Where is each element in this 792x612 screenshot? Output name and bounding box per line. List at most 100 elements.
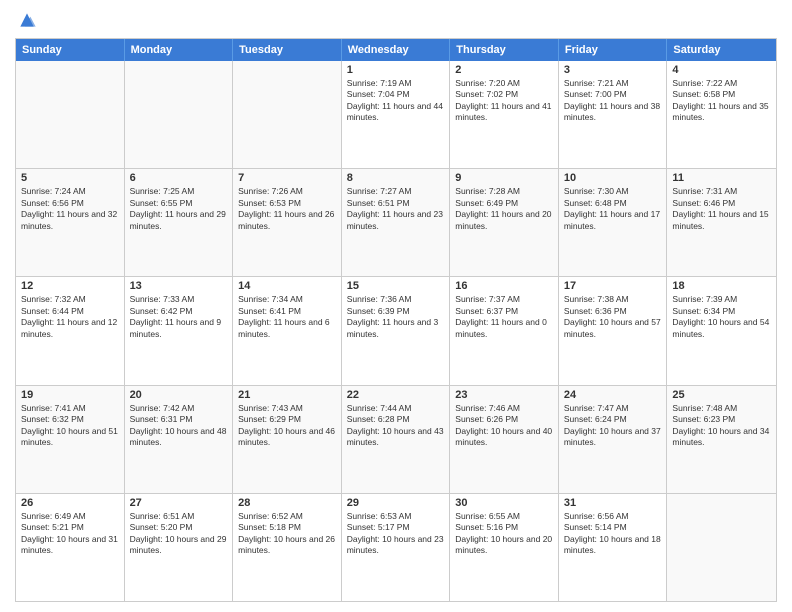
day-of-week-monday: Monday (125, 39, 234, 61)
calendar-cell-day-14: 14 Sunrise: 7:34 AM Sunset: 6:41 PM Dayli… (233, 277, 342, 384)
calendar-cell-day-2: 2 Sunrise: 7:20 AM Sunset: 7:02 PM Daylig… (450, 61, 559, 168)
cell-info-text: Sunrise: 7:42 AM Sunset: 6:31 PM Dayligh… (130, 403, 228, 449)
day-number: 24 (564, 389, 662, 401)
cell-info-text: Sunrise: 7:44 AM Sunset: 6:28 PM Dayligh… (347, 403, 445, 449)
calendar-cell-day-13: 13 Sunrise: 7:33 AM Sunset: 6:42 PM Dayli… (125, 277, 234, 384)
calendar-cell-day-27: 27 Sunrise: 6:51 AM Sunset: 5:20 PM Dayli… (125, 494, 234, 601)
logo (15, 10, 37, 30)
cell-info-text: Sunrise: 7:43 AM Sunset: 6:29 PM Dayligh… (238, 403, 336, 449)
day-of-week-sunday: Sunday (16, 39, 125, 61)
calendar-cell-day-30: 30 Sunrise: 6:55 AM Sunset: 5:16 PM Dayli… (450, 494, 559, 601)
day-number: 30 (455, 497, 553, 509)
calendar-cell-day-23: 23Sunrise: 7:46 AM Sunset: 6:26 PM Dayli… (450, 386, 559, 493)
calendar-cell-empty (667, 494, 776, 601)
calendar-cell-day-5: 5Sunrise: 7:24 AM Sunset: 6:56 PM Daylig… (16, 169, 125, 276)
day-of-week-saturday: Saturday (667, 39, 776, 61)
cell-info-text: Sunrise: 7:36 AM Sunset: 6:39 PM Dayligh… (347, 294, 445, 340)
cell-info-text: Sunrise: 7:31 AM Sunset: 6:46 PM Dayligh… (672, 186, 771, 232)
cell-info-text: Sunrise: 7:26 AM Sunset: 6:53 PM Dayligh… (238, 186, 336, 232)
day-number: 26 (21, 497, 119, 509)
cell-info-text: Sunrise: 7:33 AM Sunset: 6:42 PM Dayligh… (130, 294, 228, 340)
calendar-cell-day-16: 16 Sunrise: 7:37 AM Sunset: 6:37 PM Dayli… (450, 277, 559, 384)
day-number: 29 (347, 497, 445, 509)
cell-info-text: Sunrise: 7:25 AM Sunset: 6:55 PM Dayligh… (130, 186, 228, 232)
day-number: 18 (672, 280, 771, 292)
day-number: 1 (347, 64, 445, 76)
calendar-body: 1 Sunrise: 7:19 AM Sunset: 7:04 PM Daylig… (16, 61, 776, 601)
cell-info-text: Sunrise: 7:20 AM Sunset: 7:02 PM Dayligh… (455, 78, 553, 124)
day-number: 10 (564, 172, 662, 184)
cell-info-text: Sunrise: 7:19 AM Sunset: 7:04 PM Dayligh… (347, 78, 445, 124)
day-number: 5 (21, 172, 119, 184)
calendar-cell-empty (125, 61, 234, 168)
day-number: 13 (130, 280, 228, 292)
day-number: 6 (130, 172, 228, 184)
day-number: 14 (238, 280, 336, 292)
cell-info-text: Sunrise: 7:38 AM Sunset: 6:36 PM Dayligh… (564, 294, 662, 340)
calendar-cell-empty (233, 61, 342, 168)
calendar-cell-day-19: 19Sunrise: 7:41 AM Sunset: 6:32 PM Dayli… (16, 386, 125, 493)
cell-info-text: Sunrise: 6:53 AM Sunset: 5:17 PM Dayligh… (347, 511, 445, 557)
cell-info-text: Sunrise: 7:28 AM Sunset: 6:49 PM Dayligh… (455, 186, 553, 232)
day-number: 16 (455, 280, 553, 292)
calendar-cell-day-25: 25Sunrise: 7:48 AM Sunset: 6:23 PM Dayli… (667, 386, 776, 493)
calendar-cell-day-3: 3Sunrise: 7:21 AM Sunset: 7:00 PM Daylig… (559, 61, 668, 168)
calendar-cell-empty (16, 61, 125, 168)
day-number: 31 (564, 497, 662, 509)
day-number: 27 (130, 497, 228, 509)
calendar-cell-day-15: 15 Sunrise: 7:36 AM Sunset: 6:39 PM Dayli… (342, 277, 451, 384)
calendar-row-0: 1 Sunrise: 7:19 AM Sunset: 7:04 PM Daylig… (16, 61, 776, 168)
calendar-row-4: 26 Sunrise: 6:49 AM Sunset: 5:21 PM Dayli… (16, 493, 776, 601)
cell-info-text: Sunrise: 6:56 AM Sunset: 5:14 PM Dayligh… (564, 511, 662, 557)
calendar-cell-day-24: 24 Sunrise: 7:47 AM Sunset: 6:24 PM Dayli… (559, 386, 668, 493)
day-number: 28 (238, 497, 336, 509)
day-number: 19 (21, 389, 119, 401)
day-number: 2 (455, 64, 553, 76)
day-number: 15 (347, 280, 445, 292)
calendar-cell-day-4: 4 Sunrise: 7:22 AM Sunset: 6:58 PM Daylig… (667, 61, 776, 168)
day-number: 21 (238, 389, 336, 401)
calendar-header: SundayMondayTuesdayWednesdayThursdayFrid… (16, 39, 776, 61)
cell-info-text: Sunrise: 6:51 AM Sunset: 5:20 PM Dayligh… (130, 511, 228, 557)
cell-info-text: Sunrise: 7:22 AM Sunset: 6:58 PM Dayligh… (672, 78, 771, 124)
calendar-cell-day-22: 22 Sunrise: 7:44 AM Sunset: 6:28 PM Dayli… (342, 386, 451, 493)
cell-info-text: Sunrise: 7:48 AM Sunset: 6:23 PM Dayligh… (672, 403, 771, 449)
cell-info-text: Sunrise: 7:47 AM Sunset: 6:24 PM Dayligh… (564, 403, 662, 449)
calendar-cell-day-7: 7 Sunrise: 7:26 AM Sunset: 6:53 PM Daylig… (233, 169, 342, 276)
calendar-cell-day-8: 8Sunrise: 7:27 AM Sunset: 6:51 PM Daylig… (342, 169, 451, 276)
header (15, 10, 777, 30)
calendar-row-1: 5Sunrise: 7:24 AM Sunset: 6:56 PM Daylig… (16, 168, 776, 276)
day-of-week-wednesday: Wednesday (342, 39, 451, 61)
cell-info-text: Sunrise: 7:34 AM Sunset: 6:41 PM Dayligh… (238, 294, 336, 340)
day-number: 22 (347, 389, 445, 401)
calendar-cell-day-29: 29 Sunrise: 6:53 AM Sunset: 5:17 PM Dayli… (342, 494, 451, 601)
calendar-cell-day-1: 1 Sunrise: 7:19 AM Sunset: 7:04 PM Daylig… (342, 61, 451, 168)
calendar-row-3: 19Sunrise: 7:41 AM Sunset: 6:32 PM Dayli… (16, 385, 776, 493)
day-number: 12 (21, 280, 119, 292)
cell-info-text: Sunrise: 7:27 AM Sunset: 6:51 PM Dayligh… (347, 186, 445, 232)
calendar-cell-day-10: 10Sunrise: 7:30 AM Sunset: 6:48 PM Dayli… (559, 169, 668, 276)
cell-info-text: Sunrise: 7:37 AM Sunset: 6:37 PM Dayligh… (455, 294, 553, 340)
cell-info-text: Sunrise: 7:39 AM Sunset: 6:34 PM Dayligh… (672, 294, 771, 340)
cell-info-text: Sunrise: 6:55 AM Sunset: 5:16 PM Dayligh… (455, 511, 553, 557)
calendar-cell-day-20: 20Sunrise: 7:42 AM Sunset: 6:31 PM Dayli… (125, 386, 234, 493)
day-number: 11 (672, 172, 771, 184)
day-number: 4 (672, 64, 771, 76)
calendar-cell-day-11: 11 Sunrise: 7:31 AM Sunset: 6:46 PM Dayli… (667, 169, 776, 276)
day-of-week-tuesday: Tuesday (233, 39, 342, 61)
day-of-week-friday: Friday (559, 39, 668, 61)
logo-icon (17, 10, 37, 30)
calendar-cell-day-17: 17 Sunrise: 7:38 AM Sunset: 6:36 PM Dayli… (559, 277, 668, 384)
day-number: 17 (564, 280, 662, 292)
calendar-cell-day-12: 12Sunrise: 7:32 AM Sunset: 6:44 PM Dayli… (16, 277, 125, 384)
cell-info-text: Sunrise: 6:49 AM Sunset: 5:21 PM Dayligh… (21, 511, 119, 557)
day-number: 23 (455, 389, 553, 401)
calendar-cell-day-28: 28 Sunrise: 6:52 AM Sunset: 5:18 PM Dayli… (233, 494, 342, 601)
page: SundayMondayTuesdayWednesdayThursdayFrid… (0, 0, 792, 612)
day-number: 9 (455, 172, 553, 184)
calendar-cell-day-31: 31 Sunrise: 6:56 AM Sunset: 5:14 PM Dayli… (559, 494, 668, 601)
day-number: 7 (238, 172, 336, 184)
calendar-cell-day-6: 6 Sunrise: 7:25 AM Sunset: 6:55 PM Daylig… (125, 169, 234, 276)
calendar-cell-day-21: 21 Sunrise: 7:43 AM Sunset: 6:29 PM Dayli… (233, 386, 342, 493)
cell-info-text: Sunrise: 6:52 AM Sunset: 5:18 PM Dayligh… (238, 511, 336, 557)
